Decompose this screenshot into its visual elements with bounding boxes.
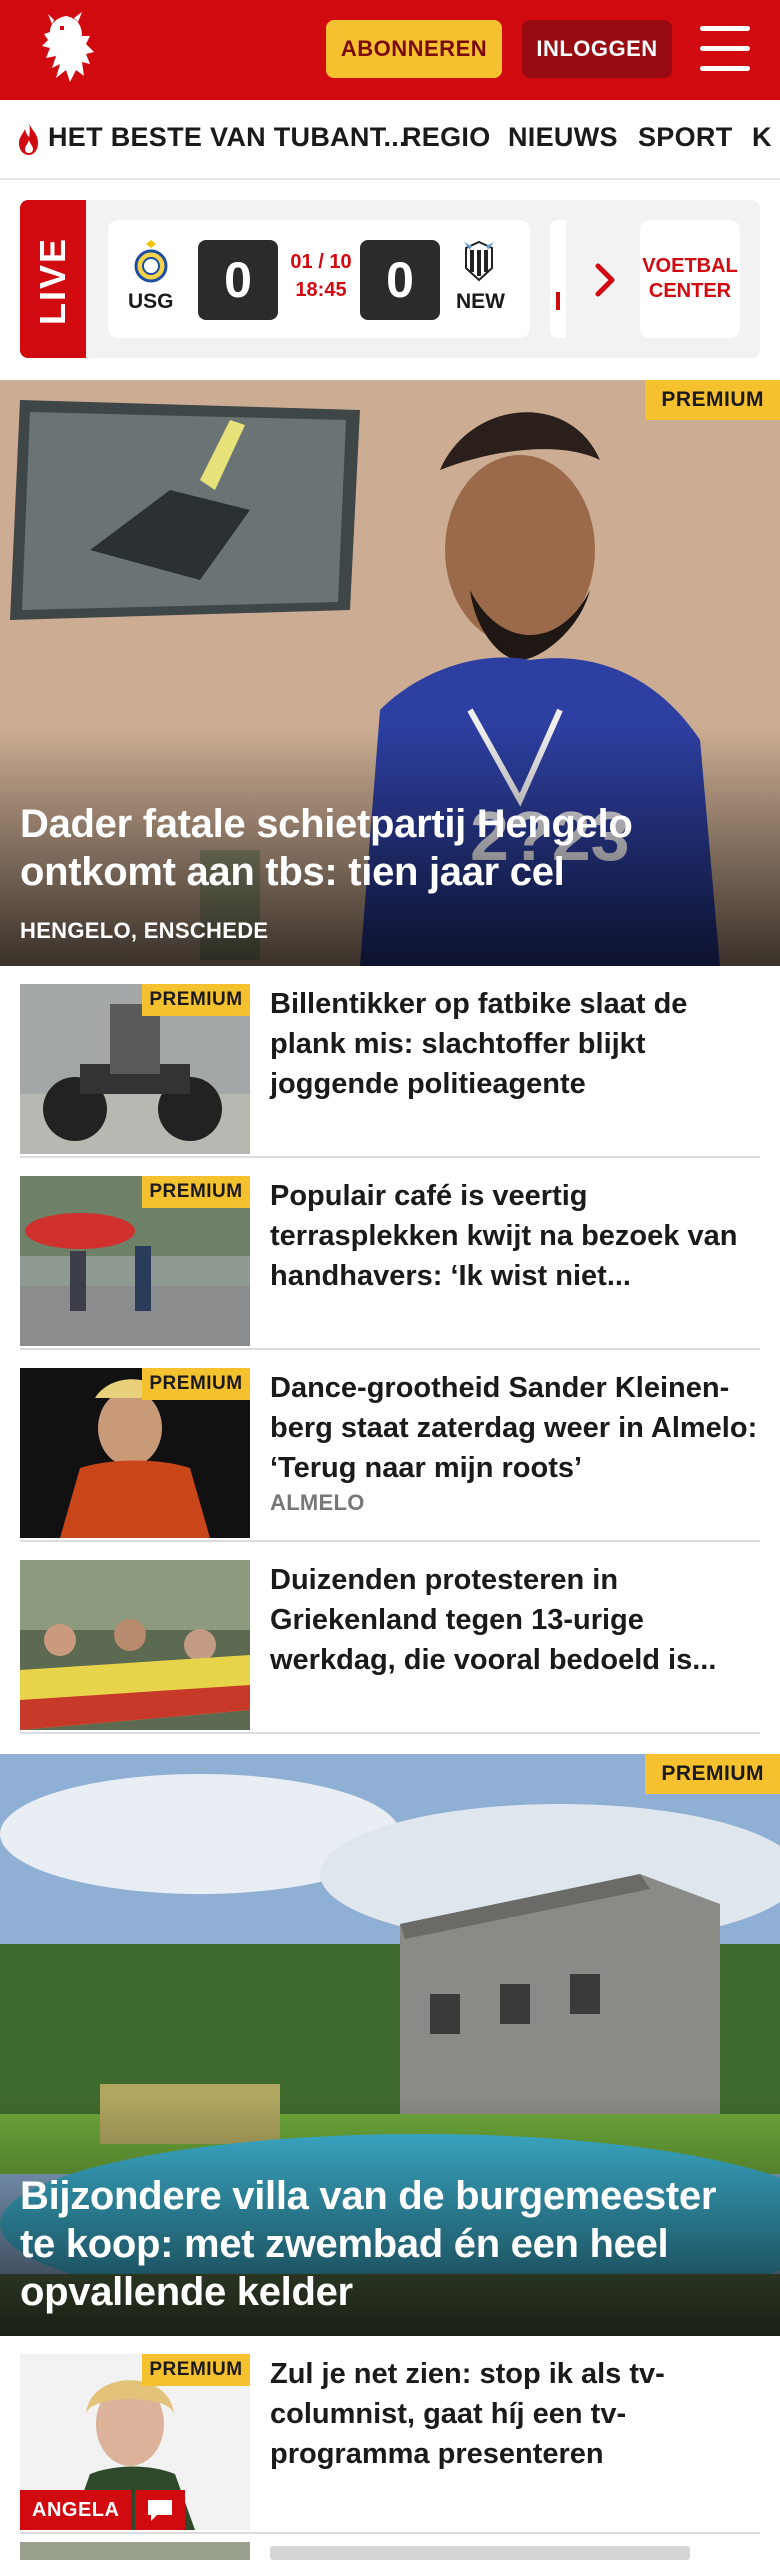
tubantia-horse-logo[interactable]	[26, 12, 106, 90]
flame-icon	[19, 123, 38, 155]
hero-article[interactable]: 2?23 PREMIUM Dader fatale schietpartij H…	[0, 380, 780, 966]
match-time: 18:45	[295, 279, 347, 301]
premium-badge: PREMIUM	[142, 1176, 250, 1208]
list-item[interactable]: PREMIUM Dance-grootheid Sander Kleinen-b…	[20, 1350, 760, 1542]
article-thumbnail: PREMIUM	[20, 984, 250, 1154]
list-item[interactable]: PREMIUM Billentikker op fatbike slaat de…	[20, 966, 760, 1158]
article-thumbnail: PREMIUM ANGELA	[20, 2354, 250, 2530]
article-thumbnail	[20, 1560, 250, 1730]
nav-item-k[interactable]: K	[752, 122, 772, 153]
match-datetime: 01 / 10 18:45	[288, 248, 354, 304]
nav-item-het-beste[interactable]: HET BESTE VAN TUBANT...	[48, 122, 407, 153]
away-score: 0	[360, 240, 440, 320]
list-item[interactable]: Duizenden protesteren in Griekenland teg…	[20, 1542, 760, 1734]
list-item[interactable]: PREMIUM ANGELA Zul je net zien: stop ik …	[20, 2336, 760, 2534]
usg-crest-icon	[134, 240, 168, 283]
voetbal-center-link[interactable]: VOETBAL CENTER	[640, 220, 740, 338]
newcastle-crest-icon	[464, 240, 494, 282]
login-button[interactable]: INLOGGEN	[522, 20, 672, 78]
live-scores-bar: LIVE USG 0 01 / 10 18:45 0 NEW VOETBAL CE…	[20, 200, 760, 358]
chevron-right-icon[interactable]	[590, 260, 620, 300]
premium-badge: PREMIUM	[645, 1754, 780, 1794]
voetbal-center-line2: CENTER	[648, 280, 732, 302]
site-header: ABONNEREN INLOGGEN	[0, 0, 780, 100]
list-item[interactable]: PREMIUM Populair café is veertig terrasp…	[20, 1158, 760, 1350]
match-date: 01 / 10	[290, 251, 352, 273]
premium-badge: PREMIUM	[645, 380, 780, 420]
comment-bubble-icon	[135, 2490, 186, 2530]
article-title[interactable]: Populair café is veertig terrasplekken k…	[270, 1176, 760, 1296]
live-tag: LIVE	[20, 200, 86, 358]
section-nav: HET BESTE VAN TUBANT... REGIO NIEUWS SPO…	[0, 100, 780, 180]
hero-location: HENGELO, ENSCHEDE	[20, 918, 269, 943]
article-thumbnail	[20, 2542, 250, 2560]
premium-badge: PREMIUM	[142, 984, 250, 1016]
nav-item-nieuws[interactable]: NIEUWS	[508, 122, 618, 153]
article-thumbnail: PREMIUM	[20, 1368, 250, 1538]
away-team-name: NEW	[456, 290, 505, 313]
nav-item-regio[interactable]: REGIO	[402, 122, 491, 153]
list-item[interactable]	[20, 2534, 760, 2560]
article-location: ALMELO	[270, 1490, 365, 1515]
home-score: 0	[198, 240, 278, 320]
article-title[interactable]: Dance-grootheid Sander Kleinen-berg staa…	[270, 1368, 760, 1488]
hero-title[interactable]: Dader fatale schietpartij Hengelo ontkom…	[20, 800, 760, 896]
article-title[interactable]: Billentikker op fatbike slaat de plank m…	[270, 984, 760, 1104]
match-card[interactable]: USG 0 01 / 10 18:45 0 NEW	[108, 220, 530, 338]
premium-badge: PREMIUM	[142, 2354, 250, 2386]
article-thumbnail: PREMIUM	[20, 1176, 250, 1346]
article-title[interactable]: Zul je net zien: stop ik als tv-columnis…	[270, 2354, 760, 2474]
hero-article-2[interactable]: PREMIUM Bijzondere villa van de burgemee…	[0, 1754, 780, 2336]
article-title[interactable]: Duizenden protesteren in Griekenland teg…	[270, 1560, 760, 1680]
author-tag[interactable]: ANGELA	[20, 2490, 186, 2530]
premium-badge: PREMIUM	[142, 1368, 250, 1400]
author-name: ANGELA	[20, 2490, 132, 2530]
article-title-placeholder	[270, 2546, 690, 2560]
nav-item-sport[interactable]: SPORT	[638, 122, 733, 153]
subscribe-button[interactable]: ABONNEREN	[326, 20, 502, 78]
next-match-card[interactable]	[550, 220, 566, 338]
hero-title[interactable]: Bijzondere villa van de burgemeester te …	[20, 2172, 760, 2316]
live-label: LIVE	[32, 237, 73, 326]
home-team-name: USG	[128, 290, 174, 313]
hamburger-menu-icon[interactable]	[700, 26, 750, 72]
voetbal-center-line1: VOETBAL	[642, 255, 738, 277]
